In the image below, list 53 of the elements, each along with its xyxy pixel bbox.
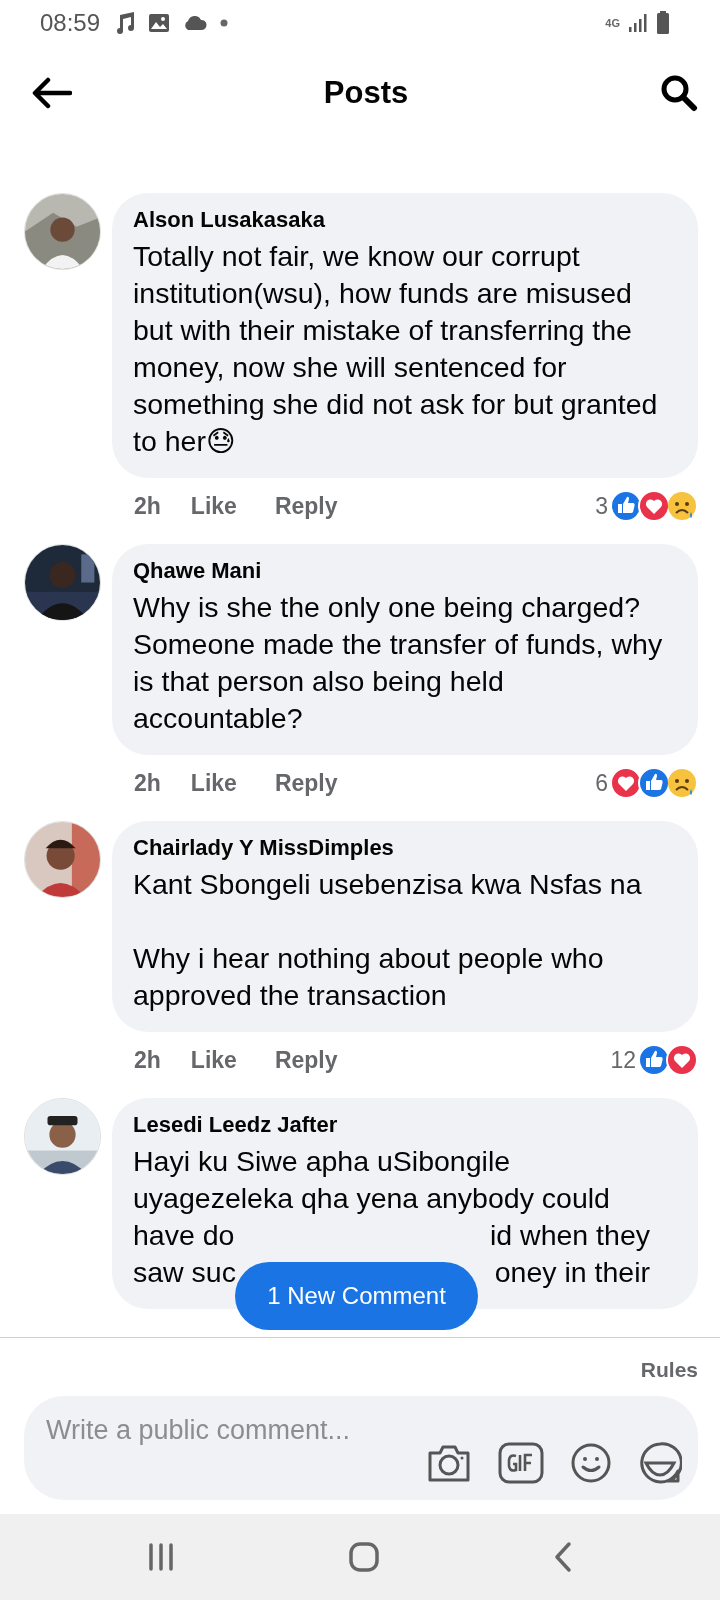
music-note-icon <box>114 11 137 35</box>
comment-text: Totally not fair, we know our corrupt institution(wsu), how funds are misused but with their mistake of transferring the money, now she will sentenced for something she did not ask for but granted to her😓 <box>133 239 659 459</box>
smiley-icon[interactable] <box>570 1442 612 1484</box>
author-name[interactable]: Alson Lusakasaka <box>133 207 678 233</box>
comment-text: saw suc <box>133 1255 236 1290</box>
rules-link[interactable]: Rules <box>640 1358 698 1382</box>
home-button[interactable] <box>348 1541 380 1573</box>
cloud-icon <box>182 15 209 31</box>
back-button[interactable] <box>30 76 72 110</box>
network-type: 4G <box>605 17 620 29</box>
comment-text: oney in their <box>494 1255 650 1290</box>
reaction-count: 12 <box>610 1046 636 1074</box>
comment-text: Kant Sbongeli usebenzisa kwa Nsfas na Why i hear nothing about people who approved the transaction <box>133 867 643 1013</box>
comment-text: have do <box>133 1218 235 1253</box>
clock-time: 08:59 <box>40 9 101 37</box>
camera-icon[interactable] <box>426 1443 472 1483</box>
heart-reaction-icon <box>610 767 642 799</box>
comment-time: 2h <box>134 769 161 797</box>
new-comment-button[interactable]: 1 New Comment <box>235 1262 478 1330</box>
author-name[interactable]: Chairlady Y MissDimples <box>133 835 678 861</box>
reply-button[interactable]: Reply <box>274 769 338 797</box>
heart-reaction-icon <box>666 1044 698 1076</box>
sticker-icon[interactable] <box>638 1441 682 1485</box>
reaction-count: 3 <box>595 492 608 520</box>
like-button[interactable]: Like <box>190 1046 237 1074</box>
page-title: Posts <box>323 75 409 111</box>
comment-text: uyagezeleka qha yena anybody could <box>133 1182 610 1214</box>
image-icon <box>148 12 171 34</box>
like-reaction-icon <box>610 490 642 522</box>
like-reaction-icon <box>638 767 670 799</box>
like-reaction-icon <box>638 1044 670 1076</box>
comment-field[interactable]: Write a public comment... <box>46 1413 386 1483</box>
dot-icon <box>220 19 229 27</box>
like-button[interactable]: Like <box>190 492 237 520</box>
heart-reaction-icon <box>638 490 670 522</box>
gif-icon[interactable] <box>498 1442 544 1484</box>
sad-reaction-icon <box>666 490 698 522</box>
search-button[interactable] <box>660 74 698 112</box>
like-button[interactable]: Like <box>190 769 237 797</box>
signal-icon <box>628 13 648 33</box>
sad-reaction-icon <box>666 767 698 799</box>
reaction-count: 6 <box>595 769 608 797</box>
comment-time: 2h <box>134 492 161 520</box>
battery-icon <box>656 11 670 35</box>
comment-time: 2h <box>134 1046 161 1074</box>
comment-text: id when they <box>489 1218 650 1253</box>
comment-text: Why is she the only one being charged? Someone made the transfer of funds, why is that person also being held accountable? <box>133 590 664 736</box>
author-name[interactable]: Lesedi Leedz Jafter <box>133 1112 678 1138</box>
reply-button[interactable]: Reply <box>274 492 338 520</box>
comment-composer[interactable]: Write a public comment... <box>24 1396 698 1500</box>
reply-button[interactable]: Reply <box>274 1046 338 1074</box>
author-name[interactable]: Qhawe Mani <box>133 558 678 584</box>
comment-text: Hayi ku Siwe apha uSibongile <box>133 1145 511 1177</box>
